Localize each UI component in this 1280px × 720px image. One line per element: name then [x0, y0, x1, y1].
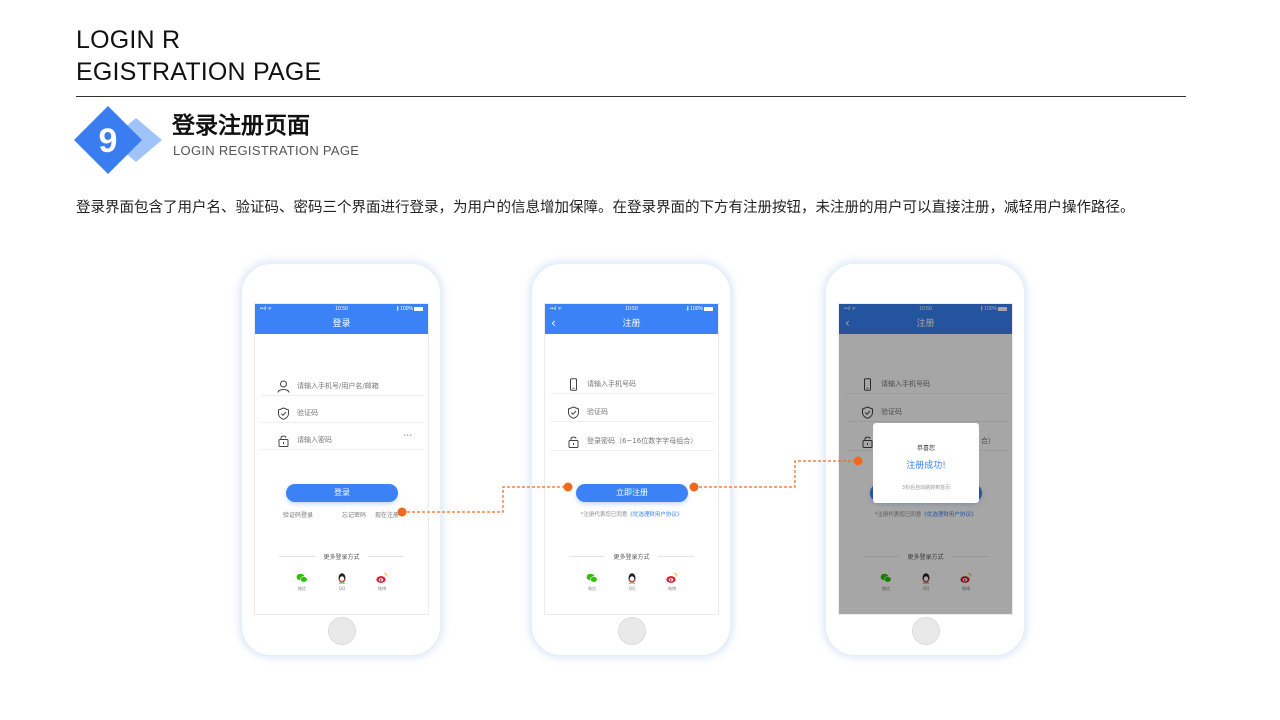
password-placeholder: 请输入密码 — [297, 436, 332, 444]
register-success-screen: ••ıl ᯤ 10:50 ∦ 100% ‹ 注册 请输入手机号码 验证码 合） … — [838, 303, 1013, 615]
section-title: 登录注册页面 — [172, 113, 310, 139]
shield-check-icon — [568, 406, 579, 419]
phone-mockup-register-success: ••ıl ᯤ 10:50 ∦ 100% ‹ 注册 请输入手机号码 验证码 合） … — [825, 263, 1025, 656]
lock-icon — [278, 435, 289, 447]
verify-code-input[interactable]: 验证码 — [261, 405, 424, 423]
qq-label: QQ — [338, 586, 346, 591]
qq-login[interactable]: QQ — [622, 572, 642, 591]
weibo-icon — [376, 573, 388, 583]
wechat-label: 微信 — [298, 586, 306, 591]
battery-indicator: ∦ 100% — [396, 306, 423, 312]
more-login-divider: 更多登录方式 — [545, 552, 718, 561]
home-button — [618, 617, 646, 645]
password-input[interactable]: 登录密码（6~16位数字字母组合） — [551, 433, 714, 451]
battery-indicator: ∦ 100% — [686, 306, 713, 312]
verify-code-input[interactable]: 验证码 — [551, 404, 714, 422]
phone-number-placeholder: 请输入手机号码 — [587, 380, 636, 388]
nav-bar: ‹ 注册 — [545, 314, 718, 334]
wechat-icon — [296, 573, 308, 583]
qq-penguin-icon — [628, 573, 636, 584]
section-description: 登录界面包含了用户名、验证码、密码三个界面进行登录，为用户的信息增加保障。在登录… — [76, 200, 1135, 216]
phone-number-input[interactable]: 请输入手机号码 — [551, 376, 714, 394]
sms-login-link[interactable]: 验证码登录 — [283, 510, 313, 519]
page-heading-line1: LOGIN R — [76, 26, 181, 54]
wechat-icon — [586, 573, 598, 583]
user-icon — [277, 380, 290, 393]
verify-code-placeholder: 验证码 — [587, 408, 608, 416]
weibo-login[interactable]: 微博 — [372, 572, 392, 592]
nav-title: 注册 — [622, 319, 641, 329]
register-button[interactable]: 立即注册 — [576, 484, 688, 502]
nav-title: 登录 — [332, 319, 351, 329]
weibo-label: 微博 — [668, 586, 676, 591]
wechat-login[interactable]: 微信 — [292, 572, 312, 592]
page-heading: LOGIN R EGISTRATION PAGE — [76, 24, 321, 88]
nav-bar: 登录 — [255, 314, 428, 334]
eye-closed-icon[interactable]: ˋˋˋ — [403, 434, 413, 443]
agreement-link[interactable]: 《优选理财用户协议》 — [627, 512, 682, 518]
header-divider — [76, 96, 1186, 97]
status-bar: ••ıl ᯤ 10:50 ∦ 100% — [255, 304, 428, 314]
register-screen: ••ıl ᯤ 10:50 ∦ 100% ‹ 注册 请输入手机号码 验证码 登录密… — [544, 303, 719, 615]
agreement-prefix: *注册代表您已同意 — [580, 512, 628, 518]
home-button — [912, 617, 940, 645]
phone-mockup-login: ••ıl ᯤ 10:50 ∦ 100% 登录 请输入手机号/用户名/邮箱 验证码… — [241, 263, 441, 656]
weibo-login[interactable]: 微博 — [662, 572, 682, 592]
page-heading-line2: EGISTRATION PAGE — [76, 58, 322, 86]
weibo-label: 微博 — [378, 586, 386, 591]
qq-label: QQ — [628, 586, 636, 591]
username-placeholder: 请输入手机号/用户名/邮箱 — [297, 382, 379, 390]
dialog-greeting: 恭喜您 — [916, 445, 935, 452]
qq-penguin-icon — [338, 573, 346, 584]
forgot-password-link[interactable]: 忘记密码 — [342, 510, 366, 519]
more-login-divider: 更多登录方式 — [255, 552, 428, 561]
section-subtitle: LOGIN REGISTRATION PAGE — [173, 143, 360, 158]
agreement-text: *注册代表您已同意《优选理财用户协议》 — [545, 510, 718, 518]
section-number-badge: 9 — [74, 106, 162, 174]
password-input[interactable]: 请输入密码 ˋˋˋ — [261, 432, 424, 450]
verify-code-placeholder: 验证码 — [297, 409, 318, 417]
back-arrow-icon[interactable]: ‹ — [551, 314, 556, 333]
wechat-login[interactable]: 微信 — [582, 572, 602, 592]
weibo-icon — [666, 573, 678, 583]
home-button — [328, 617, 356, 645]
lock-icon — [568, 436, 579, 448]
password-placeholder: 登录密码（6~16位数字字母组合） — [587, 437, 698, 445]
username-input[interactable]: 请输入手机号/用户名/邮箱 — [261, 378, 424, 396]
login-screen: ••ıl ᯤ 10:50 ∦ 100% 登录 请输入手机号/用户名/邮箱 验证码… — [254, 303, 429, 615]
register-success-dialog: 恭喜您 注册成功! 3秒后自动跳转到首页 — [873, 423, 979, 503]
phone-mockup-register: ••ıl ᯤ 10:50 ∦ 100% ‹ 注册 请输入手机号码 验证码 登录密… — [531, 263, 731, 656]
wechat-label: 微信 — [588, 586, 596, 591]
status-bar: ••ıl ᯤ 10:50 ∦ 100% — [545, 304, 718, 314]
dialog-message: 注册成功! — [906, 461, 946, 471]
register-link[interactable]: 现在注册 — [375, 510, 399, 519]
mobile-phone-icon — [570, 378, 577, 391]
shield-check-icon — [278, 407, 289, 420]
badge-number: 9 — [99, 122, 118, 160]
login-button[interactable]: 登录 — [286, 484, 398, 502]
dialog-redirect-note: 3秒后自动跳转到首页 — [901, 485, 951, 491]
qq-login[interactable]: QQ — [332, 572, 352, 591]
